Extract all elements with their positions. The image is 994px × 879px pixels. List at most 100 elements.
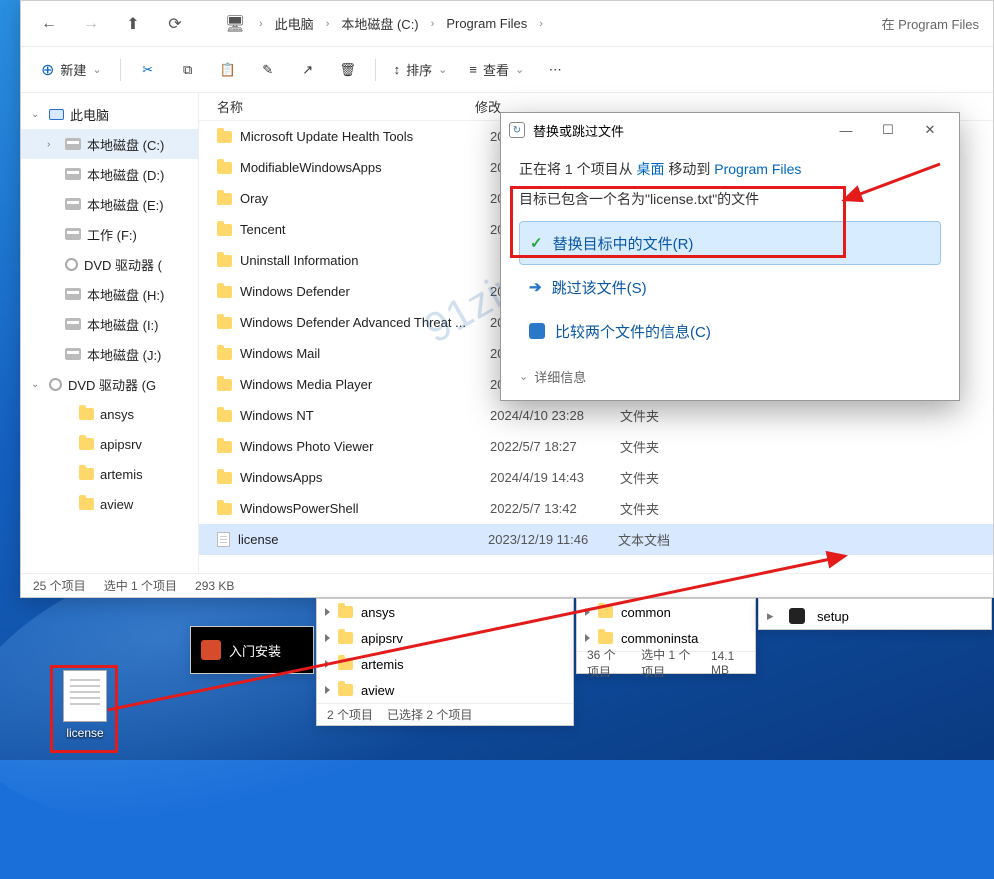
more-button[interactable]: ⋯ [536, 54, 574, 86]
share-button[interactable]: ↗ [289, 54, 327, 86]
folder-icon [79, 498, 94, 510]
disk-icon [65, 198, 81, 210]
maximize-button[interactable]: ☐ [867, 116, 909, 144]
view-label: 查看 [483, 60, 509, 79]
folder-icon [79, 468, 94, 480]
disk-icon [65, 168, 81, 180]
sidebar-folder[interactable]: aview [21, 489, 198, 519]
address-bar: ← → ⬆ ⟳ 🖥 › 此电脑 › 本地磁盘 (C:) › Program Fi… [21, 1, 993, 47]
sidebar-label: 本地磁盘 (C:) [87, 135, 164, 154]
folder-icon [217, 348, 232, 360]
sidebar-folder[interactable]: apipsrv [21, 429, 198, 459]
cell-date: 2024/4/19 14:43 [490, 470, 620, 485]
up-button[interactable]: ⬆ [115, 9, 151, 39]
cell-name: WindowsPowerShell [240, 501, 490, 516]
table-row[interactable]: Windows NT2024/4/10 23:28文件夹 [199, 400, 993, 431]
sidebar-drive[interactable]: 本地磁盘 (I:) [21, 309, 198, 339]
folder-icon [217, 162, 232, 174]
cell-date: 2022/5/7 18:27 [490, 439, 620, 454]
search-placeholder[interactable]: 在 Program Files [881, 14, 983, 33]
folder-icon [217, 224, 232, 236]
table-row[interactable]: WindowsApps2024/4/19 14:43文件夹 [199, 462, 993, 493]
copy-button[interactable]: ⧉ [169, 54, 207, 86]
rename-button[interactable]: ✎ [249, 54, 287, 86]
breadcrumb[interactable]: Program Files [440, 16, 533, 31]
cell-name: Windows Defender [240, 284, 490, 299]
table-row[interactable]: Windows Photo Viewer2022/5/7 18:27文件夹 [199, 431, 993, 462]
back-button[interactable]: ← [31, 9, 67, 39]
desktop-icon-label: license [66, 726, 103, 740]
sidebar-folder[interactable]: artemis [21, 459, 198, 489]
pc-icon [49, 109, 64, 120]
navigation-sidebar: ⌄此电脑 ›本地磁盘 (C:) 本地磁盘 (D:) 本地磁盘 (E:) 工作 (F:)… [21, 93, 199, 573]
breadcrumb[interactable]: 本地磁盘 (C:) [335, 14, 424, 33]
forward-button[interactable]: → [73, 9, 109, 39]
folder-icon [217, 441, 232, 453]
cell-name: Tencent [240, 222, 490, 237]
dialog-details-toggle[interactable]: ⌄详细信息 [519, 367, 941, 386]
option-label: 比较两个文件的信息(C) [555, 321, 711, 342]
close-button[interactable]: ✕ [909, 116, 951, 144]
folder-icon [217, 472, 232, 484]
cell-name: ModifiableWindowsApps [240, 160, 490, 175]
delete-button[interactable]: 🗑 [329, 54, 367, 86]
sidebar-this-pc[interactable]: ⌄此电脑 [21, 99, 198, 129]
cell-name: WindowsApps [240, 470, 490, 485]
chevron-right-icon: › [539, 18, 543, 30]
disk-icon [65, 138, 81, 150]
sidebar-label: 工作 (F:) [87, 225, 137, 244]
cell-name: license [238, 532, 488, 547]
file-icon [217, 532, 230, 547]
sidebar-label: DVD 驱动器 (G [68, 375, 156, 394]
minimize-button[interactable]: — [825, 116, 867, 144]
cell-date: 2022/5/7 13:42 [490, 501, 620, 516]
paste-button[interactable]: 📋 [209, 54, 247, 86]
annotation-arrow [830, 160, 950, 210]
sidebar-drive[interactable]: 本地磁盘 (H:) [21, 279, 198, 309]
sidebar-drive[interactable]: 工作 (F:) [21, 219, 198, 249]
chevron-right-icon: › [259, 18, 263, 30]
refresh-button[interactable]: ⟳ [157, 9, 193, 39]
dialog-title: 替换或跳过文件 [533, 121, 624, 140]
new-button[interactable]: ⊕新建⌄ [31, 54, 112, 86]
disk-icon [65, 228, 81, 240]
table-row[interactable]: WindowsPowerShell2022/5/7 13:42文件夹 [199, 493, 993, 524]
toolbar: ⊕新建⌄ ✂ ⧉ 📋 ✎ ↗ 🗑 ↕ 排序 ⌄ ≡ 查看 ⌄ ⋯ [21, 47, 993, 93]
cell-size: 294 KB [726, 532, 993, 547]
sidebar-label: DVD 驱动器 ( [84, 255, 162, 274]
dialog-icon: ↻ [509, 122, 525, 138]
sidebar-drive[interactable]: 本地磁盘 (J:) [21, 339, 198, 369]
link-dest[interactable]: Program Files [714, 161, 801, 177]
sidebar-dvd-expanded[interactable]: ⌄DVD 驱动器 (G [21, 369, 198, 399]
option-replace[interactable]: ✓替换目标中的文件(R) [519, 221, 941, 265]
cell-type: 文件夹 [620, 406, 728, 425]
option-skip[interactable]: ➔跳过该文件(S) [519, 265, 941, 309]
disk-icon [65, 348, 81, 360]
sort-button[interactable]: ↕ 排序 ⌄ [384, 54, 458, 86]
folder-icon [217, 379, 232, 391]
sidebar-label: 此电脑 [70, 105, 109, 124]
view-button[interactable]: ≡ 查看 ⌄ [459, 54, 534, 86]
arrow-icon: ➔ [529, 278, 542, 296]
cell-name: Windows NT [240, 408, 490, 423]
dialog-titlebar: ↻ 替换或跳过文件 — ☐ ✕ [501, 113, 959, 147]
compare-icon [529, 323, 545, 339]
sidebar-folder[interactable]: ansys [21, 399, 198, 429]
sidebar-label: 本地磁盘 (D:) [87, 165, 164, 184]
cell-name: Windows Defender Advanced Threat ... [240, 315, 490, 330]
sidebar-drive[interactable]: 本地磁盘 (E:) [21, 189, 198, 219]
option-compare[interactable]: 比较两个文件的信息(C) [519, 309, 941, 353]
cut-button[interactable]: ✂ [129, 54, 167, 86]
sidebar-drive[interactable]: DVD 驱动器 ( [21, 249, 198, 279]
cell-name: Windows Media Player [240, 377, 490, 392]
cell-name: Windows Photo Viewer [240, 439, 490, 454]
sidebar-label: ansys [100, 407, 134, 422]
breadcrumb[interactable]: 此电脑 [269, 14, 320, 33]
folder-icon [217, 317, 232, 329]
sidebar-drive[interactable]: ›本地磁盘 (C:) [21, 129, 198, 159]
sidebar-label: 本地磁盘 (E:) [87, 195, 164, 214]
sidebar-drive[interactable]: 本地磁盘 (D:) [21, 159, 198, 189]
column-name[interactable]: 名称 [217, 97, 475, 116]
chevron-right-icon: › [431, 18, 435, 30]
link-source[interactable]: 桌面 [636, 161, 664, 177]
